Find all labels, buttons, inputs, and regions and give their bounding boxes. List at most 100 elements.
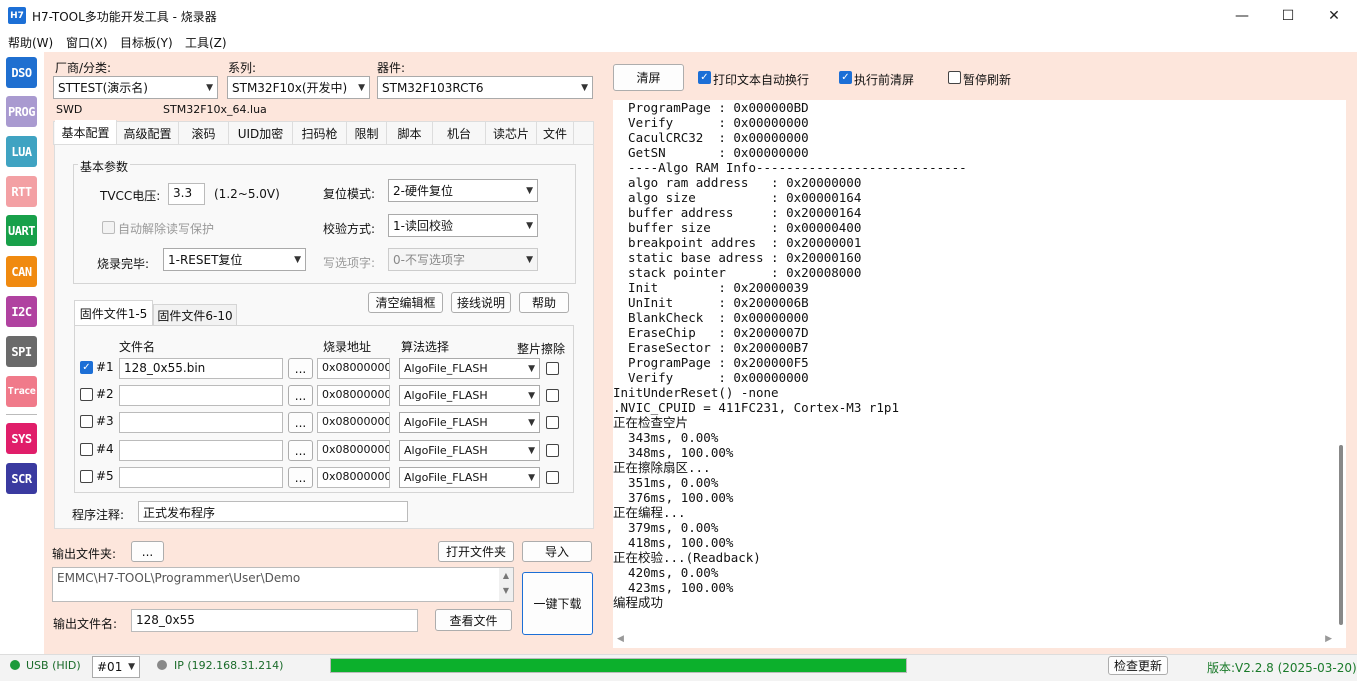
sidebar-dso-button[interactable]: DSO xyxy=(6,57,37,88)
chip-erase-checkbox[interactable] xyxy=(546,471,559,484)
port-select[interactable]: #01 ▼ xyxy=(92,656,140,678)
note-input[interactable]: 正式发布程序 xyxy=(138,501,408,522)
console-line: algo ram address : 0x20000000 xyxy=(613,175,862,190)
sidebar-spi-button[interactable]: SPI xyxy=(6,336,37,367)
file-row-checkbox[interactable] xyxy=(80,443,93,456)
console-line: UnInit : 0x2000006B xyxy=(613,295,809,310)
chip-erase-checkbox[interactable] xyxy=(546,444,559,457)
maximize-button[interactable]: ☐ xyxy=(1265,0,1311,31)
wrap-checkbox[interactable]: ✓ xyxy=(698,71,711,84)
ip-status-icon xyxy=(157,660,167,670)
sidebar-scr-button[interactable]: SCR xyxy=(6,463,37,494)
tab-1[interactable]: 高级配置 xyxy=(117,122,179,144)
file-name-input[interactable] xyxy=(119,385,283,406)
tvcc-input[interactable]: 3.3 xyxy=(168,183,205,205)
tab-9[interactable]: 文件 xyxy=(537,122,574,144)
verify-select[interactable]: 1-读回校验 ▼ xyxy=(388,214,538,237)
tab-8[interactable]: 读芯片 xyxy=(486,122,537,144)
tab-firmware-1-5[interactable]: 固件文件1-5 xyxy=(74,300,153,325)
reset-select[interactable]: 2-硬件复位 ▼ xyxy=(388,179,538,202)
console-line: stack pointer : 0x20008000 xyxy=(613,265,862,280)
file-browse-button[interactable]: ... xyxy=(288,412,313,433)
file-browse-button[interactable]: ... xyxy=(288,358,313,379)
console-vscrollbar[interactable] xyxy=(1336,100,1346,632)
chip-erase-checkbox[interactable] xyxy=(546,362,559,375)
algo-select[interactable]: AlgoFile_FLASH ▼ xyxy=(399,412,540,433)
file-address-input[interactable]: 0x08000000 xyxy=(317,385,390,406)
finish-select[interactable]: 1-RESET复位 ▼ xyxy=(163,248,306,271)
file-row-checkbox[interactable] xyxy=(80,415,93,428)
scroll-right-icon[interactable]: ▶ xyxy=(1325,634,1332,644)
pause-checkbox[interactable] xyxy=(948,71,961,84)
file-name-input[interactable] xyxy=(119,412,283,433)
output-path-field[interactable]: EMMC\H7-TOOL\Programmer\User\Demo xyxy=(52,567,514,602)
file-address-input[interactable]: 0x08000000 xyxy=(317,440,390,461)
console-scroll-thumb[interactable] xyxy=(1339,445,1343,625)
file-name-input[interactable] xyxy=(119,467,283,488)
algo-select[interactable]: AlgoFile_FLASH ▼ xyxy=(399,440,540,461)
sidebar-trace-button[interactable]: Trace xyxy=(6,376,37,407)
file-browse-button[interactable]: ... xyxy=(288,467,313,488)
file-row-checkbox[interactable] xyxy=(80,470,93,483)
menu-window[interactable]: 窗口(X) xyxy=(66,34,108,51)
tab-4[interactable]: 扫码枪 xyxy=(293,122,347,144)
file-row-checkbox[interactable]: ✓ xyxy=(80,361,93,374)
console-hscrollbar[interactable]: ◀ ▶ xyxy=(613,632,1346,648)
chevron-down-icon: ▼ xyxy=(358,82,365,93)
tab-firmware-6-10[interactable]: 固件文件6-10 xyxy=(153,304,237,325)
help-button[interactable]: 帮助 xyxy=(519,292,569,313)
file-address-input[interactable]: 0x08000000 xyxy=(317,358,390,379)
vendor-select[interactable]: STTEST(演示名) ▼ xyxy=(53,76,218,99)
sidebar-sys-button[interactable]: SYS xyxy=(6,423,37,454)
file-name-input[interactable]: 128_0x55.bin xyxy=(119,358,283,379)
menu-target[interactable]: 目标板(Y) xyxy=(120,34,173,51)
file-address-input[interactable]: 0x08000000 xyxy=(317,467,390,488)
tab-0[interactable]: 基本配置 xyxy=(55,120,117,144)
console-output[interactable]: ProgramPage : 0x000000BD Verify : 0x0000… xyxy=(613,100,1336,632)
file-browse-button[interactable]: ... xyxy=(288,440,313,461)
tab-3[interactable]: UID加密 xyxy=(229,122,293,144)
file-address-input[interactable]: 0x08000000 xyxy=(317,412,390,433)
tab-2[interactable]: 滚码 xyxy=(179,122,229,144)
tab-6[interactable]: 脚本 xyxy=(387,122,433,144)
open-folder-button[interactable]: 打开文件夹 xyxy=(438,541,514,562)
chevron-down-icon: ▼ xyxy=(528,445,535,456)
clear-editor-button[interactable]: 清空编辑框 xyxy=(368,292,443,313)
sidebar-lua-button[interactable]: LUA xyxy=(6,136,37,167)
scroll-left-icon[interactable]: ◀ xyxy=(617,634,624,644)
one-key-download-button[interactable]: 一键下载 xyxy=(522,572,593,635)
algo-select[interactable]: AlgoFile_FLASH ▼ xyxy=(399,358,540,379)
file-name-input[interactable] xyxy=(119,440,283,461)
write-option-select[interactable]: 0-不写选项字 ▼ xyxy=(388,248,538,271)
clear-before-checkbox[interactable]: ✓ xyxy=(839,71,852,84)
sidebar-rtt-button[interactable]: RTT xyxy=(6,176,37,207)
algo-select[interactable]: AlgoFile_FLASH ▼ xyxy=(399,467,540,488)
view-file-button[interactable]: 查看文件 xyxy=(435,609,512,631)
chip-erase-checkbox[interactable] xyxy=(546,389,559,402)
tab-5[interactable]: 限制 xyxy=(347,122,387,144)
minimize-button[interactable]: — xyxy=(1219,0,1265,31)
file-row-checkbox[interactable] xyxy=(80,388,93,401)
close-button[interactable]: ✕ xyxy=(1311,0,1357,31)
output-path-scrollbar[interactable]: ▲ ▼ xyxy=(499,568,513,601)
note-label: 程序注释: xyxy=(72,508,125,522)
series-select[interactable]: STM32F10x(开发中) ▼ xyxy=(227,76,370,99)
sidebar-i2c-button[interactable]: I2C xyxy=(6,296,37,327)
check-update-button[interactable]: 检查更新 xyxy=(1108,656,1168,675)
wiring-button[interactable]: 接线说明 xyxy=(451,292,511,313)
auto-unprotect-checkbox[interactable] xyxy=(102,221,115,234)
file-browse-button[interactable]: ... xyxy=(288,385,313,406)
algo-select[interactable]: AlgoFile_FLASH ▼ xyxy=(399,385,540,406)
chip-erase-checkbox[interactable] xyxy=(546,416,559,429)
sidebar-uart-button[interactable]: UART xyxy=(6,215,37,246)
sidebar-can-button[interactable]: CAN xyxy=(6,256,37,287)
tab-7[interactable]: 机台 xyxy=(433,122,486,144)
sidebar-prog-button[interactable]: PROG xyxy=(6,96,37,127)
menu-tools[interactable]: 工具(Z) xyxy=(185,34,227,51)
clear-screen-button[interactable]: 清屏 xyxy=(613,64,684,91)
import-button[interactable]: 导入 xyxy=(522,541,592,562)
output-name-input[interactable]: 128_0x55 xyxy=(131,609,418,632)
menu-help[interactable]: 帮助(W) xyxy=(8,34,53,51)
chip-select[interactable]: STM32F103RCT6 ▼ xyxy=(377,76,593,99)
output-folder-browse-button[interactable]: ... xyxy=(131,541,164,562)
